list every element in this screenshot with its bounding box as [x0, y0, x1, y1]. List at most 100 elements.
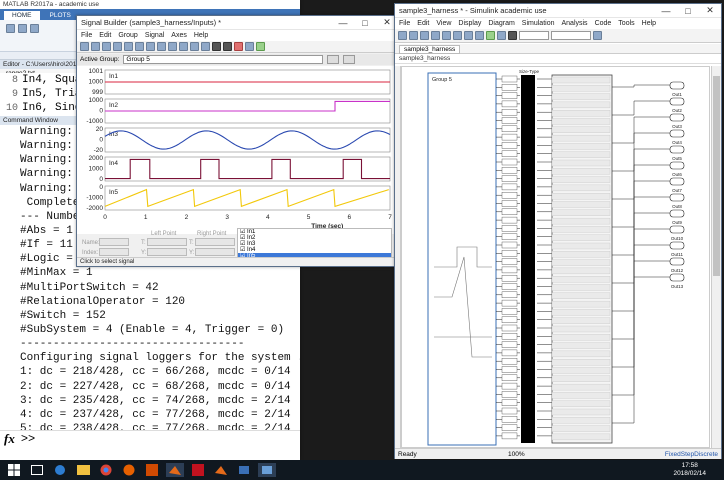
stop-time-field[interactable] [519, 31, 549, 40]
library-icon[interactable] [464, 31, 473, 40]
maximize-icon[interactable]: □ [677, 4, 699, 18]
copy-icon[interactable] [113, 42, 122, 51]
scroll-thumb[interactable] [713, 76, 720, 276]
step-forward-icon[interactable] [497, 31, 506, 40]
group-up-button[interactable] [327, 55, 340, 64]
model-advisor-icon[interactable] [593, 31, 602, 40]
pause-icon[interactable] [223, 42, 232, 51]
back-icon[interactable] [431, 31, 440, 40]
run-icon[interactable] [486, 31, 495, 40]
active-group-label: Active Group: [80, 56, 120, 63]
sine-icon[interactable] [201, 42, 210, 51]
matlab-figure-icon[interactable] [212, 463, 230, 477]
signal-builder-taskbar-icon[interactable] [258, 463, 276, 477]
redo-icon[interactable] [146, 42, 155, 51]
save-icon[interactable] [420, 31, 429, 40]
tab-home[interactable]: HOME [4, 11, 40, 20]
menu-tools[interactable]: Tools [618, 20, 634, 27]
play-icon[interactable] [212, 42, 221, 51]
window-title: sample3_harness * - Simulink academic us… [399, 6, 547, 15]
breadcrumb-model[interactable]: sample3_harness [399, 55, 450, 62]
triangle-icon[interactable] [190, 42, 199, 51]
simulink-taskbar-icon[interactable] [235, 463, 253, 477]
up-icon[interactable] [453, 31, 462, 40]
simulink-titlebar[interactable]: sample3_harness * - Simulink academic us… [395, 4, 721, 18]
file-explorer-icon[interactable] [74, 463, 92, 477]
forward-icon[interactable] [442, 31, 451, 40]
index-field[interactable] [99, 248, 129, 256]
input-port-label [551, 226, 611, 233]
acrobat-icon[interactable] [189, 463, 207, 477]
simulink-canvas[interactable]: Group 5 Size-Type Out1 Out2 Out3 Out4 Out5 Out6… [401, 66, 710, 448]
menu-diagram[interactable]: Diagram [488, 20, 514, 27]
matlab-taskbar-icon[interactable] [166, 463, 184, 477]
stop-icon[interactable] [508, 31, 517, 40]
new-icon[interactable] [80, 42, 89, 51]
prompt-symbol: >> [20, 431, 36, 446]
left-t-field[interactable] [147, 238, 187, 246]
start-icon[interactable] [5, 463, 23, 477]
task-view-icon[interactable] [28, 463, 46, 477]
maximize-icon[interactable]: □ [354, 16, 376, 30]
simulink-icon[interactable] [245, 42, 254, 51]
menu-help[interactable]: Help [642, 20, 656, 27]
minimize-icon[interactable]: — [332, 16, 354, 30]
menu-edit[interactable]: Edit [99, 32, 111, 39]
group-down-button[interactable] [343, 55, 356, 64]
menu-view[interactable]: View [436, 20, 451, 27]
open-icon[interactable] [18, 24, 27, 33]
sim-mode-select[interactable] [551, 31, 591, 40]
stop-icon[interactable] [234, 42, 243, 51]
new-icon[interactable] [6, 24, 15, 33]
undo-icon[interactable] [135, 42, 144, 51]
menu-edit[interactable]: Edit [417, 20, 429, 27]
close-icon[interactable]: ✕ [699, 4, 721, 18]
left-y-field[interactable] [147, 248, 187, 256]
vertical-scrollbar[interactable] [711, 66, 721, 448]
signal-builder-titlebar[interactable]: Signal Builder (sample3_harness/Inputs) … [77, 16, 398, 30]
output-line [612, 276, 670, 424]
menu-file[interactable]: File [399, 20, 410, 27]
name-field[interactable] [99, 238, 129, 246]
menu-help[interactable]: Help [194, 32, 208, 39]
signal-axes-pane[interactable]: 1001 1000 999 In1 1000 0 -1000 In2 20 0 -20 In3 2000… [77, 66, 398, 234]
model-tab[interactable]: sample3_harness [399, 45, 461, 54]
tab-plots[interactable]: PLOTS [42, 11, 79, 20]
settings-icon[interactable] [475, 31, 484, 40]
firefox-icon[interactable] [120, 463, 138, 477]
save-icon[interactable] [30, 24, 39, 33]
outport-label: Out1 [672, 92, 682, 97]
command-prompt[interactable]: fx >> [0, 430, 300, 446]
chrome-icon[interactable] [97, 463, 115, 477]
taskbar-clock[interactable]: 17:58 2018/02/14 [673, 462, 706, 478]
signal-list[interactable]: ☑ In1 ☑ In2 ☑ In3 ☑ In4 ☑ In5 [237, 228, 392, 260]
cut-icon[interactable] [102, 42, 111, 51]
add-signal-icon[interactable] [157, 42, 166, 51]
office-icon[interactable] [143, 463, 161, 477]
menu-signal[interactable]: Signal [145, 32, 164, 39]
signal-plots[interactable]: 10011000999In110000-1000In2200-20In32000… [77, 66, 398, 234]
simulink-diagram[interactable]: Group 5 Size-Type Out1 Out2 Out3 Out4 Out5 Out6… [402, 67, 710, 448]
input-port-label [551, 76, 611, 84]
minimize-icon[interactable]: — [655, 4, 677, 18]
run-all-icon[interactable] [256, 42, 265, 51]
menu-display[interactable]: Display [458, 20, 481, 27]
right-y-field[interactable] [195, 248, 235, 256]
menu-simulation[interactable]: Simulation [522, 20, 555, 27]
right-t-field[interactable] [195, 238, 235, 246]
new-icon[interactable] [398, 31, 407, 40]
save-icon[interactable] [91, 42, 100, 51]
active-group-select[interactable]: Group 5 [123, 55, 324, 64]
open-icon[interactable] [409, 31, 418, 40]
menu-file[interactable]: File [81, 32, 92, 39]
menu-analysis[interactable]: Analysis [561, 20, 587, 27]
step-icon[interactable] [168, 42, 177, 51]
menu-axes[interactable]: Axes [171, 32, 187, 39]
edge-icon[interactable] [51, 463, 69, 477]
y-tick-label: -2000 [86, 205, 103, 212]
menu-code[interactable]: Code [595, 20, 612, 27]
square-icon[interactable] [179, 42, 188, 51]
paste-icon[interactable] [124, 42, 133, 51]
fx-icon[interactable]: fx [4, 431, 15, 447]
menu-group[interactable]: Group [118, 32, 137, 39]
